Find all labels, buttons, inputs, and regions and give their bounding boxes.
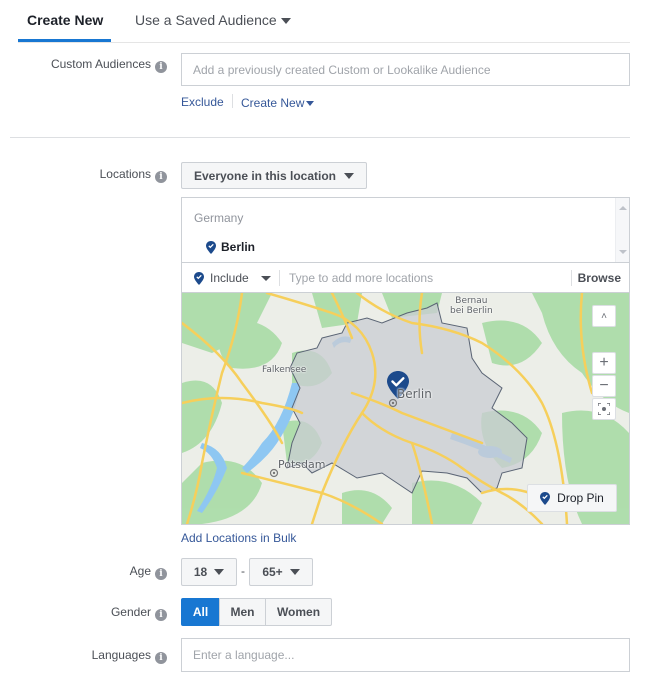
gender-option-women[interactable]: Women [265, 598, 332, 626]
location-map[interactable]: Bernau bei Berlin Falkensee Berlin Potsd… [182, 293, 629, 524]
gender-label-text: Gender [110, 605, 151, 619]
drop-pin-text: Drop Pin [557, 491, 604, 505]
map-label-falkensee: Falkensee [262, 365, 307, 375]
scroll-up-icon[interactable] [619, 206, 627, 210]
add-locations-bulk-text: Add Locations in Bulk [181, 531, 297, 545]
browse-separator [571, 270, 572, 286]
info-icon[interactable]: i [155, 61, 167, 73]
include-dropdown[interactable]: Include [194, 271, 271, 285]
drop-pin-button[interactable]: Drop Pin [527, 484, 617, 512]
add-locations-bulk-link[interactable]: Add Locations in Bulk [181, 531, 296, 545]
location-mode-dropdown[interactable]: Everyone in this location [181, 162, 367, 189]
tab-create-new[interactable]: Create New [27, 12, 103, 28]
minus-icon: − [599, 377, 609, 394]
location-item-berlin[interactable]: Berlin [206, 240, 255, 254]
create-new-dropdown[interactable]: Create New [241, 96, 315, 110]
audience-tabs: Create New Use a Saved Audience [18, 0, 630, 43]
language-input[interactable]: Enter a language... [181, 638, 630, 672]
info-icon[interactable]: i [155, 171, 167, 183]
languages-label: Languages i [92, 648, 167, 664]
zoom-in-button[interactable]: + [592, 352, 616, 374]
info-icon[interactable]: i [155, 652, 167, 664]
map-label-bernau-line1: Bernau [455, 296, 488, 306]
custom-audience-input[interactable]: Add a previously created Custom or Looka… [181, 53, 630, 86]
location-pin-icon [194, 271, 204, 285]
caret-down-icon [214, 569, 225, 575]
input-separator [279, 270, 280, 286]
caret-down-icon [306, 101, 315, 107]
location-pin-icon [206, 240, 216, 254]
info-icon[interactable]: i [155, 568, 167, 580]
country-heading: Germany [194, 211, 244, 225]
age-min-value: 18 [193, 565, 208, 579]
plus-icon: + [599, 354, 609, 371]
map-label-bernau-line2: bei Berlin [450, 306, 493, 316]
tab-create-new-label: Create New [27, 12, 104, 28]
gender-option-men[interactable]: Men [219, 598, 266, 626]
custom-audience-placeholder: Add a previously created Custom or Looka… [193, 62, 491, 77]
tab-saved-audience[interactable]: Use a Saved Audience [135, 12, 291, 28]
caret-down-icon [280, 18, 291, 25]
caret-down-icon [260, 275, 271, 281]
list-scrollbar[interactable] [615, 198, 629, 262]
exclude-link[interactable]: Exclude [181, 95, 224, 109]
create-new-text: Create New [241, 96, 305, 110]
languages-label-text: Languages [91, 648, 151, 662]
age-separator: - [241, 564, 245, 578]
link-separator [232, 94, 233, 108]
scroll-down-icon[interactable] [619, 250, 627, 254]
recenter-icon [598, 403, 610, 415]
custom-audiences-label-text: Custom Audiences [50, 57, 151, 71]
age-max-value: 65+ [262, 565, 283, 579]
include-text: Include [210, 271, 249, 285]
language-placeholder: Enter a language... [193, 648, 295, 662]
age-min-dropdown[interactable]: 18 [181, 558, 237, 586]
locations-label: Locations i [100, 167, 167, 183]
gender-label: Gender i [111, 605, 167, 621]
active-tab-indicator [18, 39, 111, 42]
location-selector: Germany Berlin Include Type to add more … [181, 197, 630, 525]
location-search-input[interactable]: Type to add more locations [289, 271, 433, 285]
info-icon[interactable]: i [155, 609, 167, 621]
location-name: Berlin [221, 240, 256, 254]
section-divider [10, 137, 630, 138]
tab-saved-audience-label: Use a Saved Audience [135, 12, 277, 28]
age-label-text: Age [129, 564, 151, 578]
selected-locations-list: Germany Berlin [182, 198, 629, 262]
caret-down-icon [344, 172, 355, 179]
browse-button[interactable]: Browse [578, 271, 621, 285]
location-input-row: Include Type to add more locations Brows… [182, 262, 629, 293]
exclude-link-text: Exclude [181, 95, 224, 109]
age-label: Age i [130, 564, 167, 580]
map-label-bernau: Bernau bei Berlin [450, 296, 493, 316]
location-pin-icon [540, 491, 551, 505]
location-mode-text: Everyone in this location [193, 168, 337, 183]
chevron-up-icon: ˄ [601, 310, 607, 322]
zoom-out-button[interactable]: − [592, 375, 616, 397]
recenter-button[interactable] [592, 398, 616, 420]
caret-down-icon [289, 569, 300, 575]
map-label-berlin: Berlin [397, 387, 432, 401]
map-collapse-button[interactable]: ˄ [592, 305, 616, 327]
gender-selector: All Men Women [181, 598, 332, 626]
locations-label-text: Locations [99, 167, 151, 181]
custom-audiences-label: Custom Audiences i [51, 57, 167, 73]
map-label-potsdam: Potsdam [278, 458, 326, 471]
gender-option-all[interactable]: All [181, 598, 220, 626]
age-max-dropdown[interactable]: 65+ [249, 558, 313, 586]
